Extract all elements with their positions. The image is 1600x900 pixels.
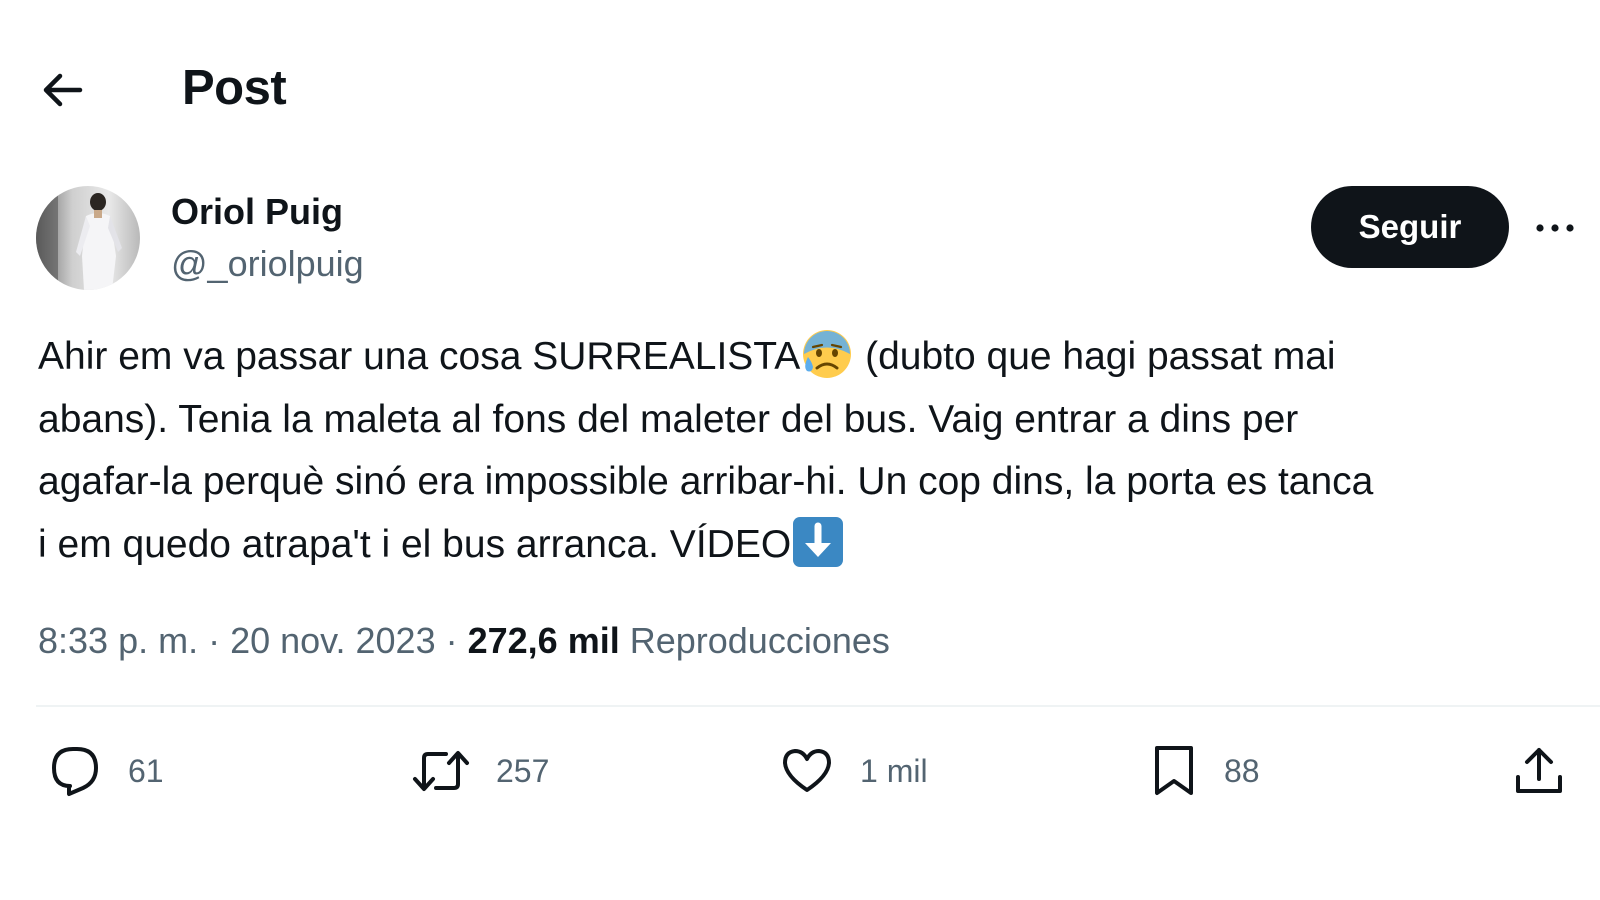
views-count: 272,6 mil: [467, 620, 620, 661]
avatar[interactable]: [36, 186, 140, 290]
heart-icon: [783, 749, 831, 792]
like-count: 1 mil: [860, 752, 928, 789]
tweet-line: Ahir em va passar una cosa SURREALISTA (…: [38, 326, 1578, 389]
share-button[interactable]: [1512, 740, 1566, 802]
reply-button[interactable]: 61: [48, 740, 164, 802]
meta-separator: ·: [435, 620, 468, 661]
back-button[interactable]: [34, 62, 90, 118]
tweet-text-segment: (dubto que hagi passat mai: [854, 335, 1336, 378]
reply-icon: [52, 747, 98, 796]
tweet-text: Ahir em va passar una cosa SURREALISTA (…: [38, 326, 1578, 576]
share-icon: [1516, 748, 1562, 793]
repost-icon: [413, 751, 469, 791]
avatar-photo: [36, 186, 140, 290]
bookmark-button[interactable]: 88: [1150, 740, 1260, 802]
tweet-time[interactable]: 8:33 p. m.: [38, 620, 198, 661]
more-horizontal-icon: [1536, 224, 1574, 232]
views-label: Reproducciones: [629, 620, 890, 661]
repost-count: 257: [496, 752, 550, 789]
tweet-text-segment: Ahir em va passar una cosa SURREALISTA: [38, 335, 801, 378]
follow-button-label: Seguir: [1358, 208, 1462, 245]
meta-separator: ·: [198, 620, 231, 661]
tweet-text-segment: i em quedo atrapa't i el bus arranca. VÍ…: [38, 522, 792, 566]
post-header: Post: [0, 0, 1600, 170]
tweet-line: i em quedo atrapa't i el bus arranca. VÍ…: [38, 514, 1578, 577]
like-button[interactable]: 1 mil: [780, 740, 928, 802]
bookmark-icon: [1155, 746, 1193, 795]
reply-count: 61: [128, 752, 164, 789]
author-display-name[interactable]: Oriol Puig: [171, 190, 343, 234]
tweet-line: abans). Tenia la maleta al fons del male…: [38, 397, 1299, 441]
more-options-button[interactable]: [1530, 206, 1590, 250]
page-title: Post: [182, 61, 287, 115]
tweet-meta: 8:33 p. m. · 20 nov. 2023 · 272,6 mil Re…: [38, 618, 890, 664]
tweet-date[interactable]: 20 nov. 2023: [230, 620, 436, 661]
down-arrow-emoji: [793, 516, 844, 567]
anxious-face-with-sweat-emoji: [803, 330, 852, 378]
divider: [36, 705, 1600, 707]
tweet-line: agafar-la perquè sinó era impossible arr…: [38, 460, 1374, 503]
bookmark-count: 88: [1224, 752, 1260, 789]
follow-button[interactable]: Seguir: [1311, 186, 1509, 268]
arrow-left-icon: [43, 73, 83, 107]
repost-button[interactable]: 257: [412, 740, 549, 802]
author-handle[interactable]: @_oriolpuig: [171, 242, 364, 286]
